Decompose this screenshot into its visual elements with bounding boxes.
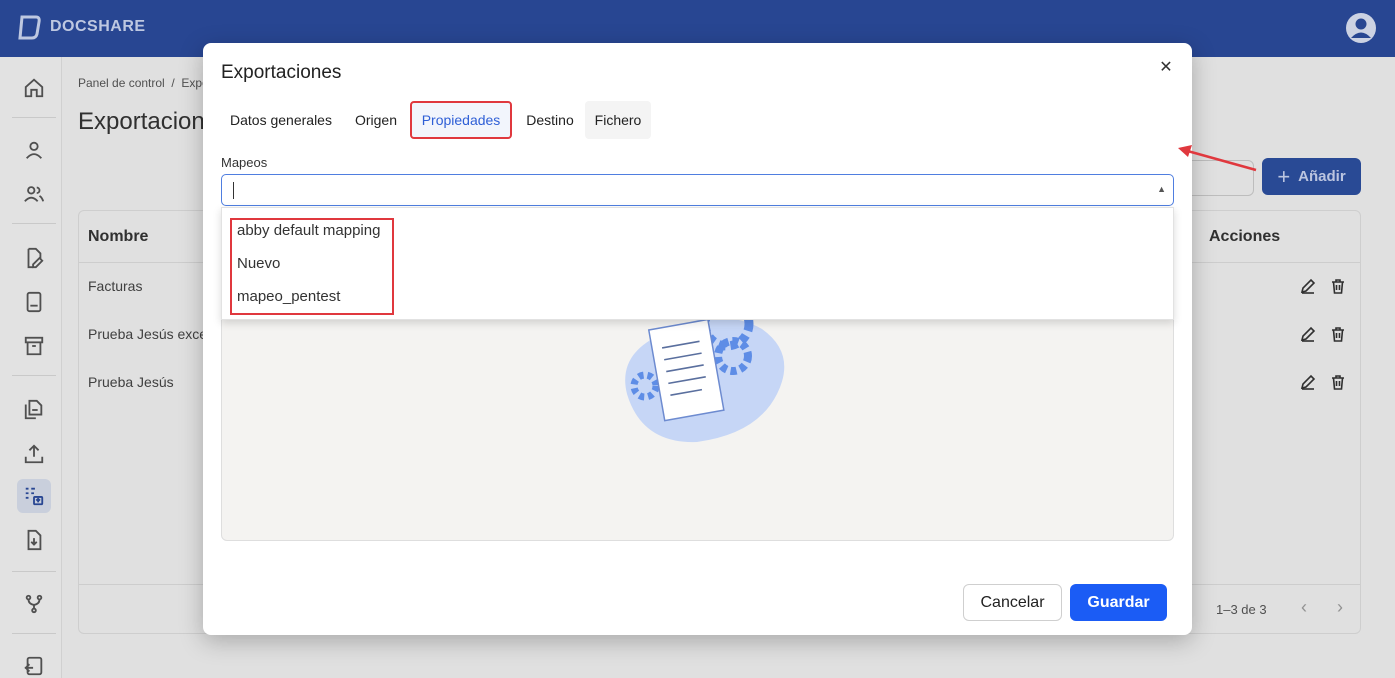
caret-up-icon[interactable]: ▲ bbox=[1157, 184, 1166, 194]
option-nuevo[interactable]: Nuevo bbox=[237, 255, 280, 272]
text-caret bbox=[233, 182, 234, 199]
exportaciones-dialog: Exportaciones ✕ Datos generales Origen P… bbox=[203, 43, 1192, 635]
tab-fichero[interactable]: Fichero bbox=[585, 101, 651, 139]
mapeos-dropdown: abby default mapping Nuevo mapeo_pentest bbox=[221, 207, 1174, 320]
tab-propiedades[interactable]: Propiedades bbox=[410, 101, 512, 139]
close-icon[interactable]: ✕ bbox=[1154, 55, 1178, 79]
mapeos-select[interactable]: ▲ bbox=[221, 174, 1174, 206]
tab-destino[interactable]: Destino bbox=[517, 101, 583, 139]
mapeos-label: Mapeos bbox=[221, 155, 268, 170]
tab-origen[interactable]: Origen bbox=[347, 101, 405, 139]
save-button[interactable]: Guardar bbox=[1070, 584, 1167, 621]
dialog-title: Exportaciones bbox=[221, 62, 342, 83]
option-mapeo-pentest[interactable]: mapeo_pentest bbox=[237, 288, 340, 305]
cancel-button[interactable]: Cancelar bbox=[963, 584, 1062, 621]
tab-datos-generales[interactable]: Datos generales bbox=[221, 101, 341, 139]
option-abby-default-mapping[interactable]: abby default mapping bbox=[237, 222, 380, 239]
empty-state-panel bbox=[221, 293, 1174, 541]
annotation-arrow-icon bbox=[1178, 145, 1257, 172]
